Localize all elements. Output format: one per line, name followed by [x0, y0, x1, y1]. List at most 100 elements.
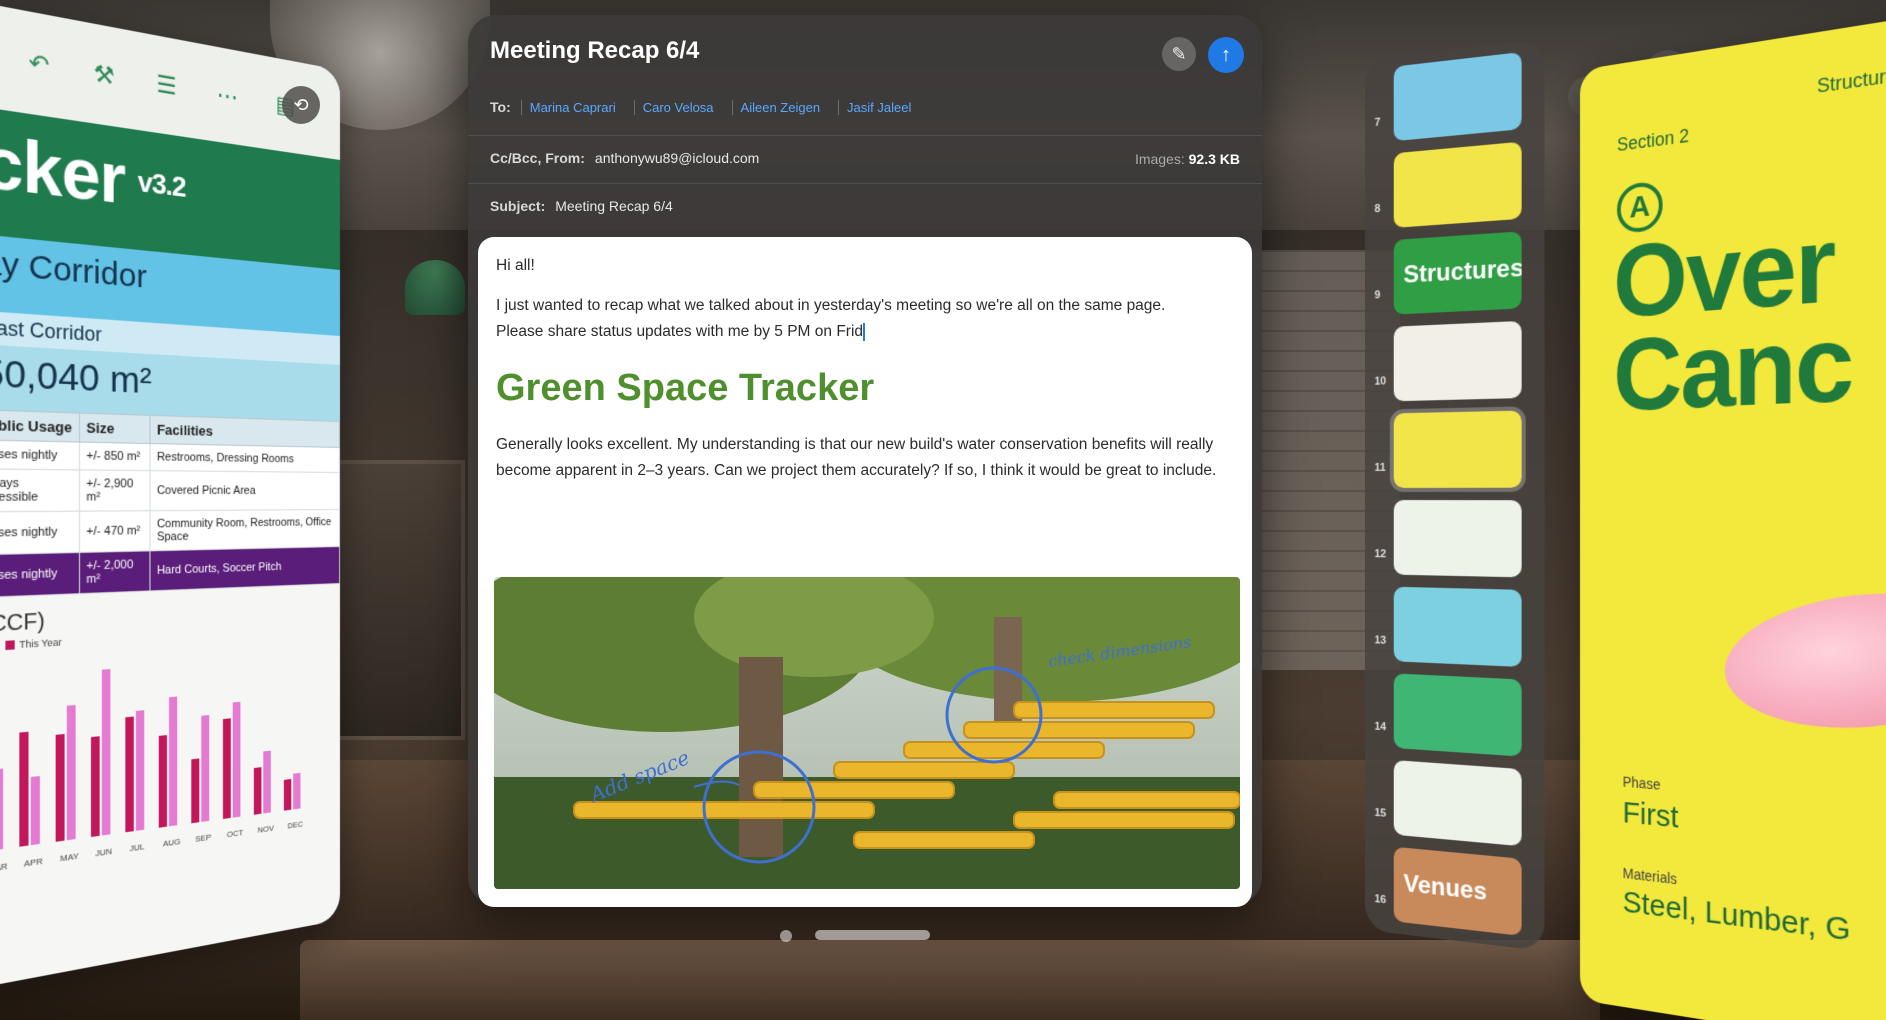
chart-bar [191, 758, 200, 824]
table-header[interactable]: Public Usage [0, 409, 80, 443]
slide-thumbnail[interactable]: Venues [1393, 846, 1522, 936]
slide-thumbnail[interactable] [1393, 51, 1522, 142]
images-size[interactable]: Images: 92.3 KB [1135, 151, 1240, 167]
slide-thumbnail-label: Structures [1403, 254, 1522, 289]
pendant-lamp [405, 260, 465, 315]
chart-month-label: DEC [288, 819, 304, 830]
chart-month-label: JUN [95, 846, 112, 858]
chart-bar [283, 778, 292, 811]
from-row[interactable]: Cc/Bcc, From: anthonywu89@icloud.com [490, 150, 759, 166]
window-grab-bar[interactable] [815, 930, 930, 940]
table-cell[interactable]: +/- 470 m² [79, 510, 151, 553]
mail-title: Meeting Recap 6/4 [490, 37, 700, 64]
chart-month-label: OCT [227, 828, 243, 840]
table-cell[interactable]: Closes nightly [0, 552, 80, 598]
more-icon[interactable]: ⋯ [217, 80, 238, 111]
table-cell[interactable]: Community Room, Restrooms, Office Space [150, 509, 340, 551]
keynote-slide[interactable]: Structures Section 2 A Over Canc Phase Fi… [1580, 10, 1886, 1020]
slide-number: 11 [1374, 461, 1386, 474]
slide-thumbnail[interactable] [1393, 500, 1522, 578]
phase-label: Phase [1622, 773, 1661, 793]
chart-bar [201, 715, 210, 822]
recipient-chip[interactable]: Caro Velosa [633, 99, 722, 115]
slide-thumbnail[interactable] [1389, 406, 1526, 493]
table-cell[interactable]: Always accessible [0, 468, 80, 512]
chart-bar [19, 731, 29, 847]
recipient-chip[interactable]: Jasif Jaleel [838, 99, 919, 115]
usage-table[interactable]: Public Usage Size Facilities Closes nightl… [0, 409, 340, 599]
table-header[interactable]: Size [79, 413, 151, 444]
chart-bar [30, 775, 40, 846]
text-cursor [863, 322, 866, 341]
hammer-icon[interactable]: ⚒ [93, 59, 114, 91]
slide-navigator: 7 8 9 Structures 10 11 12 13 14 15 16 Venues [1365, 38, 1545, 952]
slide-number: 9 [1374, 289, 1381, 302]
chart-month-label: MAR [0, 861, 8, 874]
table-cell[interactable]: Closes nightly [0, 511, 80, 555]
message-body[interactable]: Hi all! I just wanted to recap what we t… [478, 237, 1252, 907]
slide-number: 15 [1374, 806, 1387, 820]
phase-value: First [1622, 795, 1679, 835]
table-cell[interactable]: Covered Picnic Area [150, 470, 340, 511]
recipient-chip[interactable]: Aileen Zeigen [731, 99, 829, 115]
bar-chart: MAR APR MAY JUN JUL AUG SEP OCT NOV DEC [0, 669, 304, 874]
chart-bar [125, 716, 134, 833]
subject-label: Subject: [490, 198, 546, 214]
chart-month-label: NOV [258, 823, 275, 835]
slide-structures-label: Structures [1817, 62, 1886, 98]
body-paragraph: Generally looks excellent. My understand… [496, 436, 1217, 479]
chart-bar [55, 733, 65, 842]
slide-thumbnail[interactable] [1393, 760, 1522, 847]
undo-icon[interactable]: ↶ [28, 48, 49, 81]
slide-number: 13 [1374, 634, 1387, 647]
slide-number: 16 [1374, 893, 1387, 907]
chart-month-label: SEP [195, 832, 211, 844]
from-address[interactable]: anthonywu89@icloud.com [595, 150, 759, 166]
table-cell[interactable]: Restrooms, Dressing Rooms [150, 443, 340, 473]
chart-bar [232, 701, 241, 818]
divider [468, 135, 1262, 136]
chart-bar [222, 718, 231, 819]
garden-illustration: check dimensions Add space [494, 577, 1240, 889]
subject-field[interactable]: Meeting Recap 6/4 [555, 198, 673, 214]
window-dot[interactable] [780, 930, 792, 942]
chart-month-label: APR [24, 856, 43, 869]
slide-thumbnail[interactable] [1393, 141, 1522, 228]
paperclip-icon[interactable]: ✎ [1162, 37, 1196, 71]
slide-thumbnail[interactable]: Structures [1393, 231, 1522, 315]
send-arrow-icon[interactable]: ↑ [1208, 37, 1244, 73]
slide-thumbnail[interactable] [1393, 320, 1522, 402]
chart-bar [66, 705, 76, 841]
format-icon[interactable]: ☰ [157, 70, 177, 101]
slide-thumbnail[interactable] [1393, 586, 1522, 667]
table-row[interactable]: Always accessible +/- 2,900 m² Covered Pic… [0, 468, 340, 512]
subject-row[interactable]: Subject: Meeting Recap 6/4 [490, 198, 673, 214]
recipient-chip[interactable]: Marina Caprari [520, 99, 624, 115]
chart-bar [169, 696, 178, 827]
mail-compose-window: Meeting Recap 6/4 ✎ ↑ To: Marina Caprari… [468, 15, 1262, 907]
slide-number: 7 [1374, 116, 1381, 130]
table-cell[interactable]: +/- 2,900 m² [79, 469, 151, 512]
slide-thumbnail[interactable] [1393, 673, 1522, 757]
materials-value: Steel, Lumber, G [1622, 885, 1851, 949]
chart-bar [135, 710, 145, 831]
legend-label: This Year [19, 636, 62, 651]
table-header[interactable]: Facilities [150, 415, 340, 448]
body-line: I just wanted to recap what we talked ab… [496, 297, 1166, 314]
table-cell[interactable]: Closes nightly [0, 439, 80, 470]
doc-title: Green Space Tracker [496, 367, 875, 409]
chart-bar [90, 736, 100, 837]
table-cell[interactable]: +/- 850 m² [79, 442, 151, 471]
chart-bar [0, 768, 4, 851]
to-label: To: [490, 99, 511, 115]
table-cell[interactable]: +/- 2,000 m² [79, 550, 151, 594]
rotate-icon[interactable]: ⟲ [282, 86, 320, 124]
desk [300, 940, 1600, 1020]
chart-bar [263, 750, 271, 814]
chart-month-label: MAY [60, 851, 79, 864]
slide-number: 8 [1374, 202, 1381, 216]
numbers-window: ↶ ⚒ ☰ ⋯ ▤ ckerv3.2 ay Corridor East Corr… [0, 0, 340, 990]
garden-photo[interactable]: check dimensions Add space [494, 577, 1240, 889]
chart-bar [253, 767, 262, 815]
canopy-shape [1716, 577, 1886, 738]
